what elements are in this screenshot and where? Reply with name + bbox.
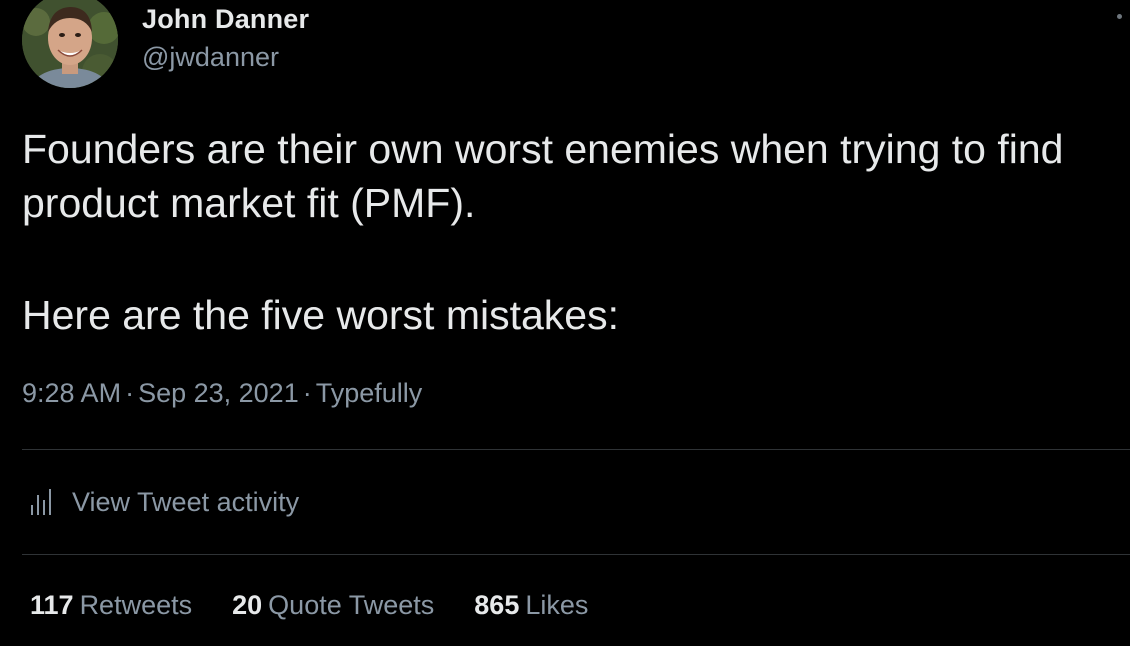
author-name[interactable]: John Danner [142, 4, 309, 35]
tweet-detail: John Danner @jwdanner Founders are their… [0, 0, 1130, 646]
retweets-count: 117 [30, 590, 74, 620]
quote-tweets-stat[interactable]: 20 Quote Tweets [232, 590, 434, 621]
retweets-stat[interactable]: 117 Retweets [30, 590, 192, 621]
likes-label: Likes [525, 590, 589, 620]
tweet-text: Founders are their own worst enemies whe… [22, 122, 1122, 342]
tweet-paragraph-2: Here are the five worst mistakes: [22, 292, 619, 338]
tweet-source[interactable]: Typefully [316, 378, 423, 408]
divider [22, 554, 1130, 555]
retweets-label: Retweets [79, 590, 193, 620]
view-tweet-activity-link[interactable]: View Tweet activity [22, 484, 299, 520]
likes-count: 865 [474, 590, 520, 620]
view-tweet-activity-label: View Tweet activity [72, 486, 300, 517]
tweet-meta: 9:28 AM · Sep 23, 2021 · Typefully [22, 378, 422, 409]
engagement-stats: 117 Retweets 20 Quote Tweets 865 Likes [30, 590, 628, 621]
likes-stat[interactable]: 865 Likes [474, 590, 588, 621]
avatar-photo [22, 0, 118, 88]
tweet-date[interactable]: Sep 23, 2021 [138, 378, 299, 408]
meta-separator: · [125, 378, 135, 408]
quote-tweets-count: 20 [232, 590, 263, 620]
bar-chart-icon [28, 487, 54, 517]
meta-separator: · [302, 378, 312, 408]
tweet-time[interactable]: 9:28 AM [22, 378, 121, 408]
avatar[interactable] [22, 0, 118, 88]
tweet-paragraph-1: Founders are their own worst enemies whe… [22, 126, 1064, 226]
author-handle[interactable]: @jwdanner [142, 42, 279, 73]
divider [22, 449, 1130, 450]
more-options-icon[interactable] [1117, 14, 1122, 19]
quote-tweets-label: Quote Tweets [268, 590, 435, 620]
